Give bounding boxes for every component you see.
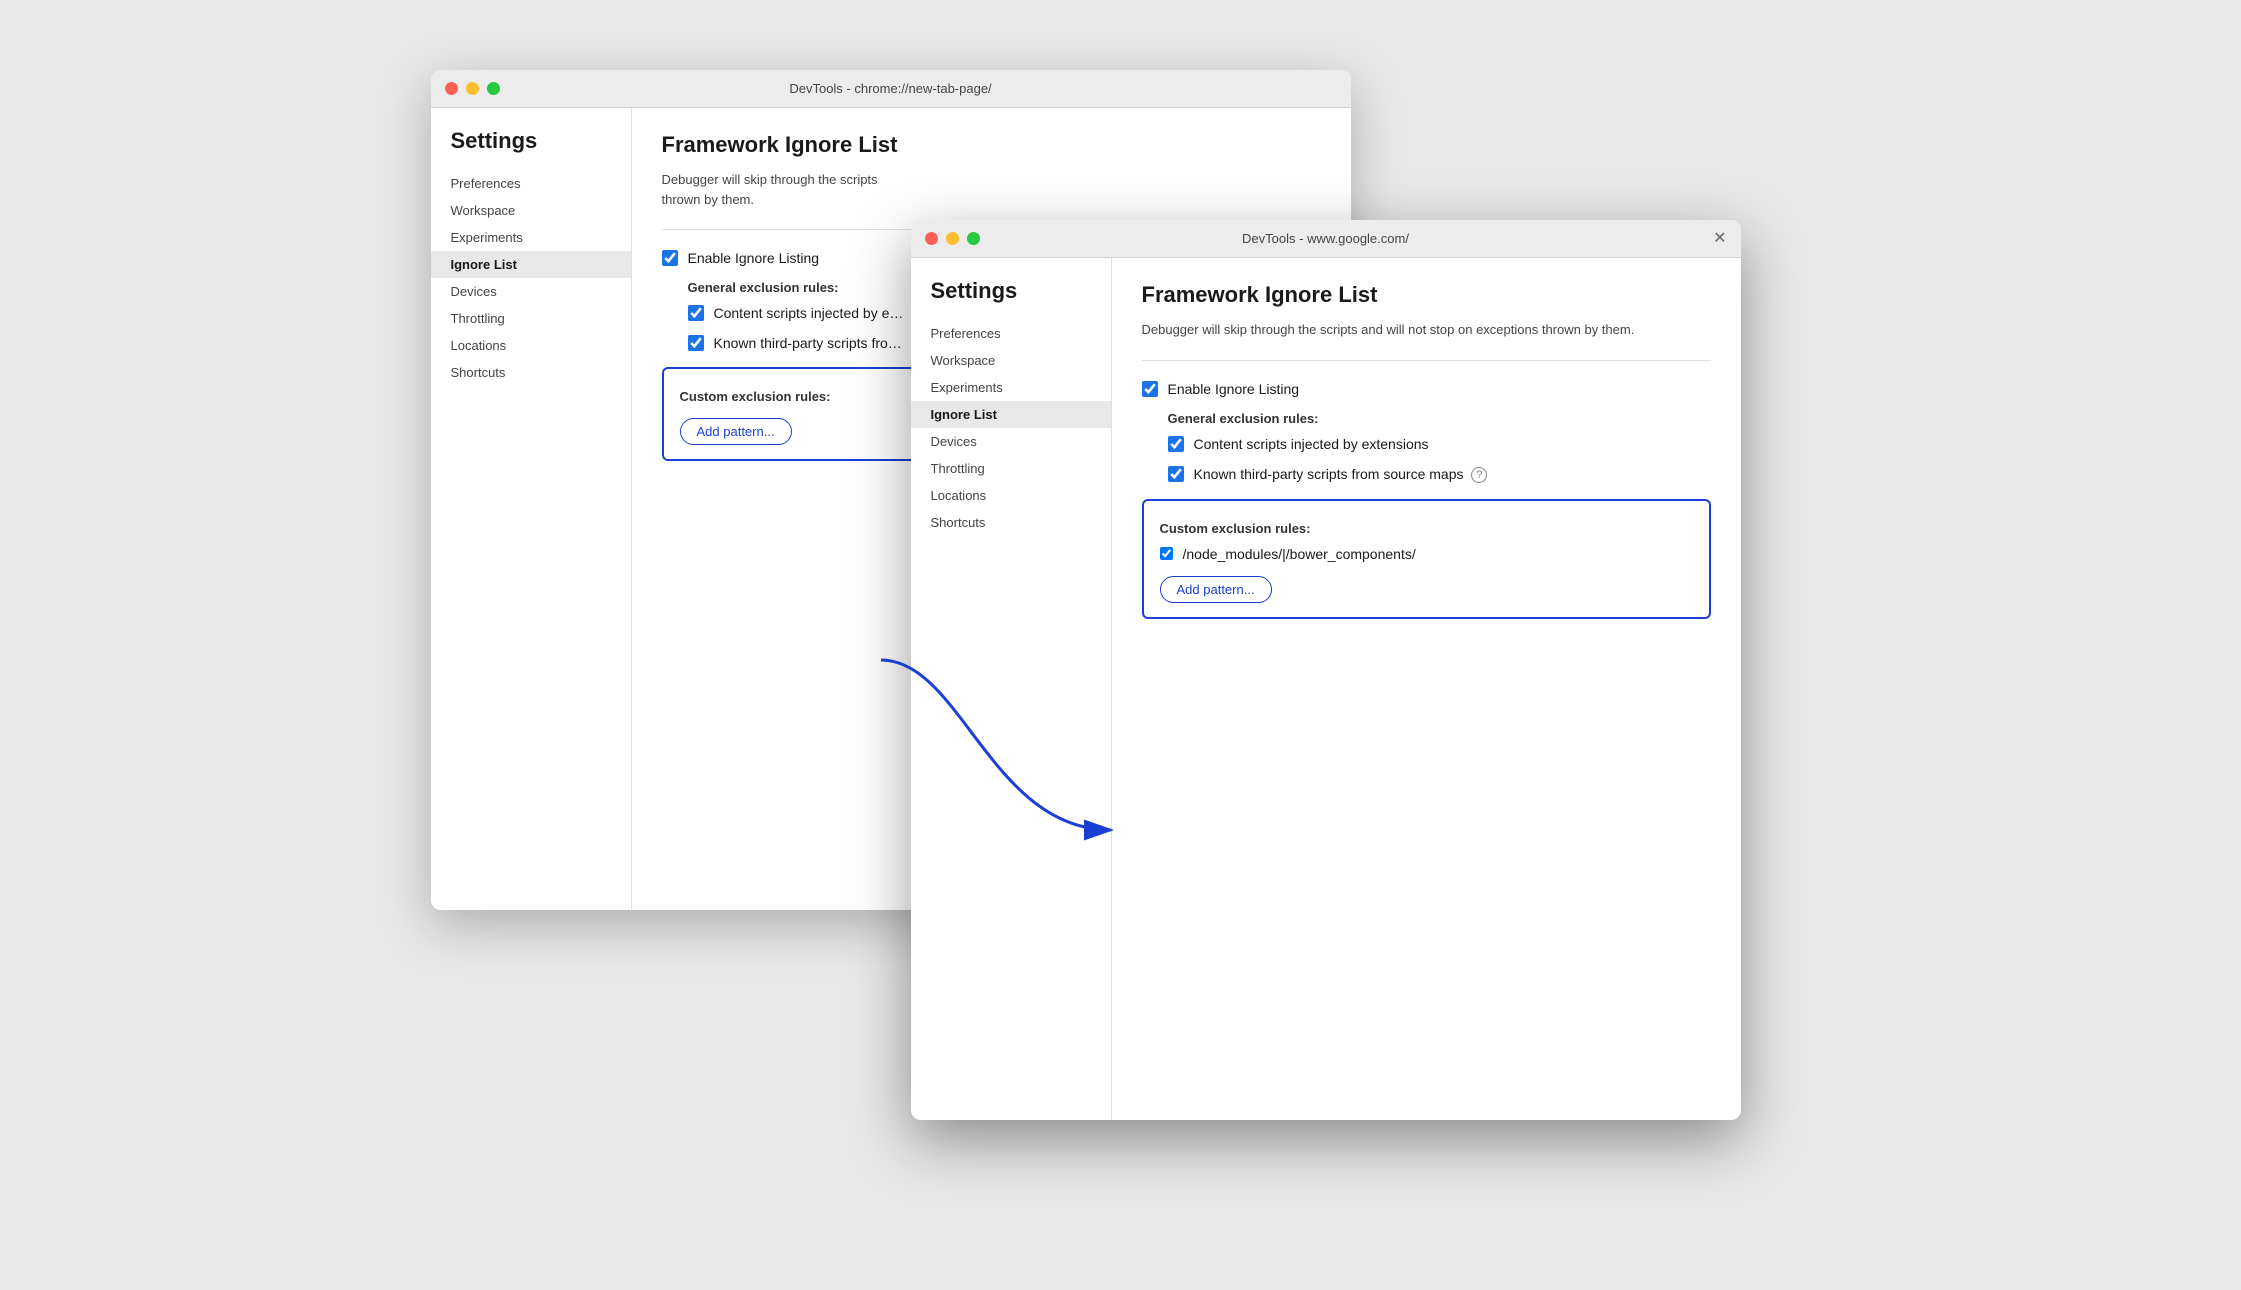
sidebar-item-ignorelist-back[interactable]: Ignore List: [431, 251, 631, 278]
general-exclusion-label-front: General exclusion rules:: [1168, 411, 1711, 426]
sidebar-item-experiments-front[interactable]: Experiments: [911, 374, 1111, 401]
minimize-btn-front[interactable]: [946, 232, 959, 245]
maximize-btn-back[interactable]: [487, 82, 500, 95]
rule1-label-front: Content scripts injected by extensions: [1194, 436, 1429, 452]
sidebar-item-locations-front[interactable]: Locations: [911, 482, 1111, 509]
custom-rule-row-front: /node_modules/|/bower_components/: [1160, 546, 1693, 562]
add-pattern-btn-back[interactable]: Add pattern...: [680, 418, 792, 445]
main-description-back: Debugger will skip through the scriptsth…: [662, 170, 1321, 209]
rule1-checkbox-back[interactable]: [688, 305, 704, 321]
window-controls-front[interactable]: [925, 232, 980, 245]
divider-front: [1142, 360, 1711, 361]
devtools-content-front: Settings Preferences Workspace Experimen…: [911, 258, 1741, 1120]
help-icon-front[interactable]: ?: [1471, 467, 1487, 483]
sidebar-item-preferences-front[interactable]: Preferences: [911, 320, 1111, 347]
custom-exclusion-box-front: Custom exclusion rules: /node_modules/|/…: [1142, 499, 1711, 619]
sidebar-item-experiments-back[interactable]: Experiments: [431, 224, 631, 251]
rule1-label-back: Content scripts injected by e…: [714, 305, 904, 321]
devtools-window-front: DevTools - www.google.com/ ✕ Settings Pr…: [911, 220, 1741, 1120]
enable-ignore-listing-row-front: Enable Ignore Listing: [1142, 381, 1711, 397]
sidebar-heading-back: Settings: [431, 128, 631, 170]
rule1-row-front: Content scripts injected by extensions: [1168, 436, 1711, 452]
maximize-btn-front[interactable]: [967, 232, 980, 245]
close-btn-front[interactable]: [925, 232, 938, 245]
rule2-checkbox-back[interactable]: [688, 335, 704, 351]
window-controls-back[interactable]: [445, 82, 500, 95]
rule2-label-front: Known third-party scripts from source ma…: [1194, 466, 1488, 483]
custom-rule-checkbox-front[interactable]: [1160, 547, 1173, 560]
sidebar-item-locations-back[interactable]: Locations: [431, 332, 631, 359]
sidebar-item-workspace-front[interactable]: Workspace: [911, 347, 1111, 374]
main-content-front: Framework Ignore List Debugger will skip…: [1111, 258, 1741, 1120]
rule2-checkbox-front[interactable]: [1168, 466, 1184, 482]
enable-ignore-listing-checkbox-front[interactable]: [1142, 381, 1158, 397]
rule2-label-back: Known third-party scripts fro…: [714, 335, 902, 351]
titlebar-back: DevTools - chrome://new-tab-page/: [431, 70, 1351, 108]
sidebar-front: Settings Preferences Workspace Experimen…: [911, 258, 1111, 1120]
sidebar-item-devices-back[interactable]: Devices: [431, 278, 631, 305]
sidebar-heading-front: Settings: [911, 278, 1111, 320]
enable-ignore-listing-checkbox-back[interactable]: [662, 250, 678, 266]
enable-ignore-listing-label-back: Enable Ignore Listing: [688, 250, 820, 266]
enable-ignore-listing-label-front: Enable Ignore Listing: [1168, 381, 1300, 397]
custom-rule-value-front: /node_modules/|/bower_components/: [1183, 546, 1416, 562]
sidebar-item-preferences-back[interactable]: Preferences: [431, 170, 631, 197]
minimize-btn-back[interactable]: [466, 82, 479, 95]
sidebar-item-throttling-back[interactable]: Throttling: [431, 305, 631, 332]
window-title-front: DevTools - www.google.com/: [1242, 231, 1409, 246]
custom-exclusion-label-front: Custom exclusion rules:: [1160, 521, 1693, 536]
sidebar-back: Settings Preferences Workspace Experimen…: [431, 108, 631, 910]
rule2-row-front: Known third-party scripts from source ma…: [1168, 466, 1711, 483]
exclusion-rules-front: Content scripts injected by extensions K…: [1168, 436, 1711, 483]
sidebar-item-shortcuts-front[interactable]: Shortcuts: [911, 509, 1111, 536]
window-title-back: DevTools - chrome://new-tab-page/: [789, 81, 991, 96]
sidebar-item-workspace-back[interactable]: Workspace: [431, 197, 631, 224]
add-pattern-btn-front[interactable]: Add pattern...: [1160, 576, 1272, 603]
titlebar-front: DevTools - www.google.com/ ✕: [911, 220, 1741, 258]
main-title-back: Framework Ignore List: [662, 132, 1321, 158]
rule1-checkbox-front[interactable]: [1168, 436, 1184, 452]
main-title-front: Framework Ignore List: [1142, 282, 1711, 308]
sidebar-item-shortcuts-back[interactable]: Shortcuts: [431, 359, 631, 386]
sidebar-item-throttling-front[interactable]: Throttling: [911, 455, 1111, 482]
window-close-x-front[interactable]: ✕: [1713, 231, 1726, 247]
sidebar-item-ignorelist-front[interactable]: Ignore List: [911, 401, 1111, 428]
close-btn-back[interactable]: [445, 82, 458, 95]
main-description-front: Debugger will skip through the scripts a…: [1142, 320, 1711, 340]
sidebar-item-devices-front[interactable]: Devices: [911, 428, 1111, 455]
